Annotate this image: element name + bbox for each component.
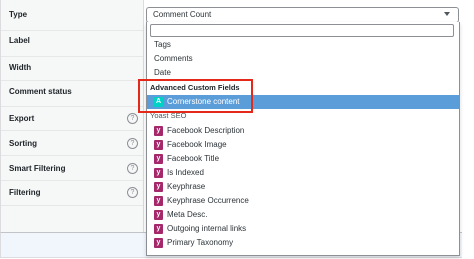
option-facebook-description[interactable]: Facebook Description [167,126,244,136]
yoast-icon: y [154,238,163,248]
row-label-type: Type [9,10,28,19]
option-tags[interactable]: Tags [154,40,171,50]
row-label-width: Width [9,63,32,72]
row-divider [1,106,143,107]
yoast-icon: y [154,126,163,136]
option-facebook-image[interactable]: Facebook Image [167,140,227,150]
row-divider [1,56,143,57]
option-keyphrase-occurrence[interactable]: Keyphrase Occurrence [167,196,249,206]
yoast-icon: y [154,168,163,178]
help-icon[interactable]: ? [127,187,138,198]
row-divider [1,180,143,181]
row-label-comment-status: Comment status [9,87,72,96]
row-divider [1,130,143,131]
row-divider [1,205,143,206]
option-comments[interactable]: Comments [154,54,193,64]
row-divider [1,80,143,81]
help-icon[interactable]: ? [127,138,138,149]
row-label-sorting: Sorting [9,139,37,148]
option-primary-taxonomy[interactable]: Primary Taxonomy [167,238,233,248]
option-meta-desc[interactable]: Meta Desc. [167,210,207,220]
row-divider [1,30,143,31]
option-facebook-title[interactable]: Facebook Title [167,154,219,164]
type-dropdown: Tags Comments Date Advanced Custom Field… [146,22,460,256]
option-outgoing-internal-links[interactable]: Outgoing internal links [167,224,246,234]
row-label-smart-filtering: Smart Filtering [9,164,66,173]
yoast-icon: y [154,140,163,150]
page-margin [462,0,474,259]
help-icon[interactable]: ? [127,113,138,124]
row-divider [1,155,143,156]
annotation-highlight-box [138,79,253,113]
option-date[interactable]: Date [154,68,171,78]
dropdown-search-input[interactable] [150,24,454,37]
row-label-label: Label [9,36,30,45]
yoast-icon: y [154,154,163,164]
yoast-icon: y [154,210,163,220]
row-label-export: Export [9,114,35,123]
yoast-icon: y [154,196,163,206]
type-select[interactable]: Comment Count [146,7,459,23]
help-icon[interactable]: ? [127,163,138,174]
label-column: Type Label Width Comment status Export ?… [1,0,144,232]
yoast-icon: y [154,224,163,234]
type-select-value: Comment Count [153,10,212,19]
row-label-filtering: Filtering [9,188,41,197]
yoast-icon: y [154,182,163,192]
option-is-indexed[interactable]: Is Indexed [167,168,204,178]
option-keyphrase[interactable]: Keyphrase [167,182,205,192]
chevron-down-icon [444,12,450,16]
